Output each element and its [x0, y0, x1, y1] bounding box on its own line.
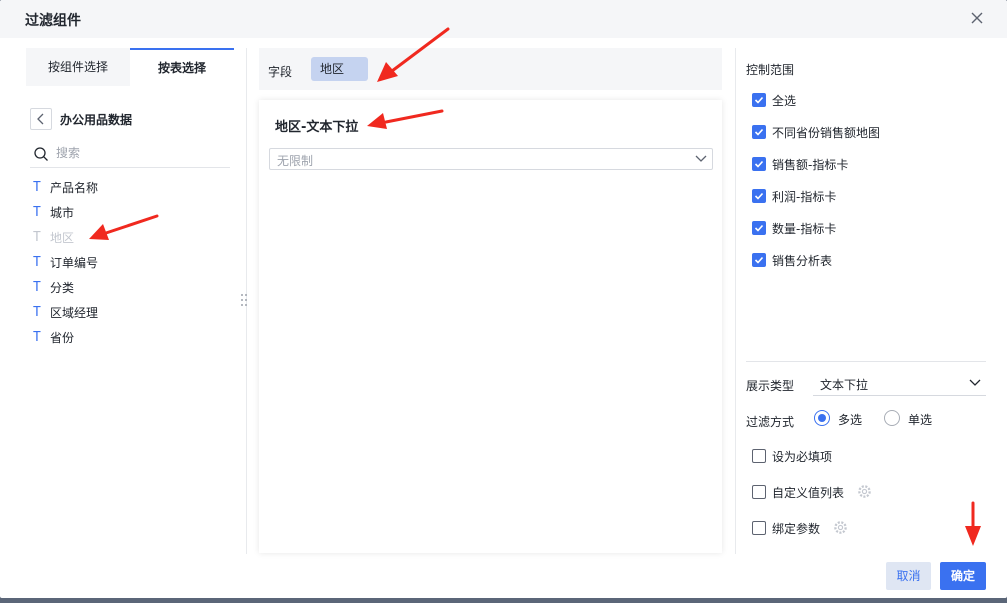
text-field-icon: T — [33, 180, 41, 195]
check-icon — [754, 96, 764, 104]
scope-select-all[interactable]: 全选 — [752, 92, 982, 124]
checkbox-label: 数量-指标卡 — [772, 222, 837, 236]
check-icon — [754, 256, 764, 264]
field-label: 分类 — [50, 281, 75, 295]
checkbox[interactable] — [752, 189, 766, 203]
field-list: T 产品名称 T 城市 T 地区 T 订单编号 T 分类 T 区域经理 T 省份 — [30, 176, 230, 351]
text-field-icon: T — [33, 255, 41, 270]
panel-divider — [735, 48, 736, 554]
radio-single-select[interactable]: 单选 — [884, 410, 944, 428]
field-item-city[interactable]: T 城市 — [30, 201, 230, 226]
dropdown-placeholder: 无限制 — [277, 154, 314, 168]
source-tabs: 按组件选择 按表选择 — [26, 48, 234, 86]
scope-item-province-sales-map[interactable]: 不同省份销售额地图 — [752, 124, 982, 156]
checkbox-label: 全选 — [772, 94, 797, 108]
checkbox[interactable] — [752, 253, 766, 267]
dataset-header: 办公用品数据 — [30, 108, 230, 130]
display-type-value: 文本下拉 — [820, 378, 869, 392]
check-icon — [754, 128, 764, 136]
gear-icon[interactable] — [833, 520, 848, 535]
check-icon — [754, 160, 764, 168]
scope-item-profit-card[interactable]: 利润-指标卡 — [752, 188, 982, 220]
dialog-header: 过滤组件 — [0, 0, 1007, 38]
close-button[interactable] — [967, 8, 987, 28]
chevron-down-icon — [969, 379, 981, 386]
field-item-province[interactable]: T 省份 — [30, 326, 230, 351]
field-label: 订单编号 — [50, 256, 99, 270]
field-bar-label: 字段 — [268, 65, 293, 79]
check-icon — [754, 224, 764, 232]
text-field-icon: T — [33, 230, 41, 245]
selected-field-tag[interactable]: 地区 — [311, 57, 368, 81]
checkbox[interactable] — [752, 221, 766, 235]
checkbox-label: 销售额-指标卡 — [772, 158, 849, 172]
scope-item-sales-card[interactable]: 销售额-指标卡 — [752, 156, 982, 188]
search-icon — [34, 147, 48, 161]
display-type-label: 展示类型 — [746, 379, 795, 393]
custom-value-list-option[interactable]: 自定义值列表 — [752, 484, 952, 502]
checkbox-label: 设为必填项 — [772, 450, 833, 464]
field-label: 省份 — [50, 331, 75, 345]
text-field-icon: T — [33, 205, 41, 220]
checkbox-label: 不同省份销售额地图 — [772, 126, 881, 140]
tab-by-table[interactable]: 按表选择 — [130, 48, 234, 86]
section-divider — [746, 361, 986, 362]
scope-item-quantity-card[interactable]: 数量-指标卡 — [752, 220, 982, 252]
selected-field-bar: 字段 地区 — [259, 48, 722, 90]
filter-preview-title: 地区-文本下拉 — [275, 120, 359, 135]
field-item-product-name[interactable]: T 产品名称 — [30, 176, 230, 201]
checkbox-label: 绑定参数 — [772, 522, 821, 536]
display-type-dropdown[interactable]: 文本下拉 — [813, 370, 986, 396]
text-field-icon: T — [33, 330, 41, 345]
drag-handle-icon[interactable] — [241, 294, 249, 308]
radio-button[interactable] — [814, 410, 830, 426]
filter-value-dropdown[interactable]: 无限制 — [269, 148, 713, 170]
close-icon — [971, 12, 983, 24]
tab-by-component[interactable]: 按组件选择 — [26, 48, 130, 86]
checkbox[interactable] — [752, 449, 766, 463]
back-button[interactable] — [30, 108, 52, 130]
checkbox[interactable] — [752, 93, 766, 107]
field-item-category[interactable]: T 分类 — [30, 276, 230, 301]
filter-preview-card: 地区-文本下拉 无限制 — [259, 100, 722, 553]
control-scope-list: 全选 不同省份销售额地图 销售额-指标卡 利润-指标卡 数量-指标卡 销售分析表 — [752, 92, 982, 284]
check-icon — [754, 192, 764, 200]
radio-label: 单选 — [908, 413, 933, 427]
confirm-button[interactable]: 确定 — [940, 562, 986, 590]
field-search — [30, 142, 230, 168]
field-item-region-manager[interactable]: T 区域经理 — [30, 301, 230, 326]
field-source-panel: 按组件选择 按表选择 办公用品数据 T 产品名称 T — [26, 48, 234, 558]
radio-button[interactable] — [884, 410, 900, 426]
checkbox[interactable] — [752, 125, 766, 139]
field-label: 地区 — [50, 231, 75, 245]
radio-multi-select[interactable]: 多选 — [814, 410, 874, 428]
search-input[interactable] — [56, 144, 226, 162]
cancel-button[interactable]: 取消 — [886, 562, 931, 590]
text-field-icon: T — [33, 280, 41, 295]
field-item-region: T 地区 — [30, 226, 230, 251]
control-scope-title: 控制范围 — [746, 63, 795, 77]
text-field-icon: T — [33, 305, 41, 320]
field-label: 城市 — [50, 206, 75, 220]
dataset-name: 办公用品数据 — [60, 113, 133, 127]
scope-item-sales-analysis-table[interactable]: 销售分析表 — [752, 252, 982, 284]
chevron-left-icon — [37, 113, 44, 125]
filter-mode-label: 过滤方式 — [746, 415, 795, 429]
checkbox[interactable] — [752, 485, 766, 499]
checkbox[interactable] — [752, 521, 766, 535]
field-item-order-id[interactable]: T 订单编号 — [30, 251, 230, 276]
dialog-title: 过滤组件 — [25, 13, 81, 29]
checkbox[interactable] — [752, 157, 766, 171]
checkbox-label: 利润-指标卡 — [772, 190, 837, 204]
filter-component-dialog: 过滤组件 按组件选择 按表选择 办公用品数据 搜索 T 产品名称 T 城市 T … — [0, 0, 1007, 598]
gear-icon[interactable] — [857, 484, 872, 499]
bind-parameter-option[interactable]: 绑定参数 — [752, 520, 952, 538]
radio-label: 多选 — [838, 413, 863, 427]
field-label: 区域经理 — [50, 306, 99, 320]
field-label: 产品名称 — [50, 181, 99, 195]
chevron-down-icon — [695, 155, 707, 162]
checkbox-label: 自定义值列表 — [772, 486, 845, 500]
required-option[interactable]: 设为必填项 — [752, 448, 952, 466]
checkbox-label: 销售分析表 — [772, 254, 833, 268]
